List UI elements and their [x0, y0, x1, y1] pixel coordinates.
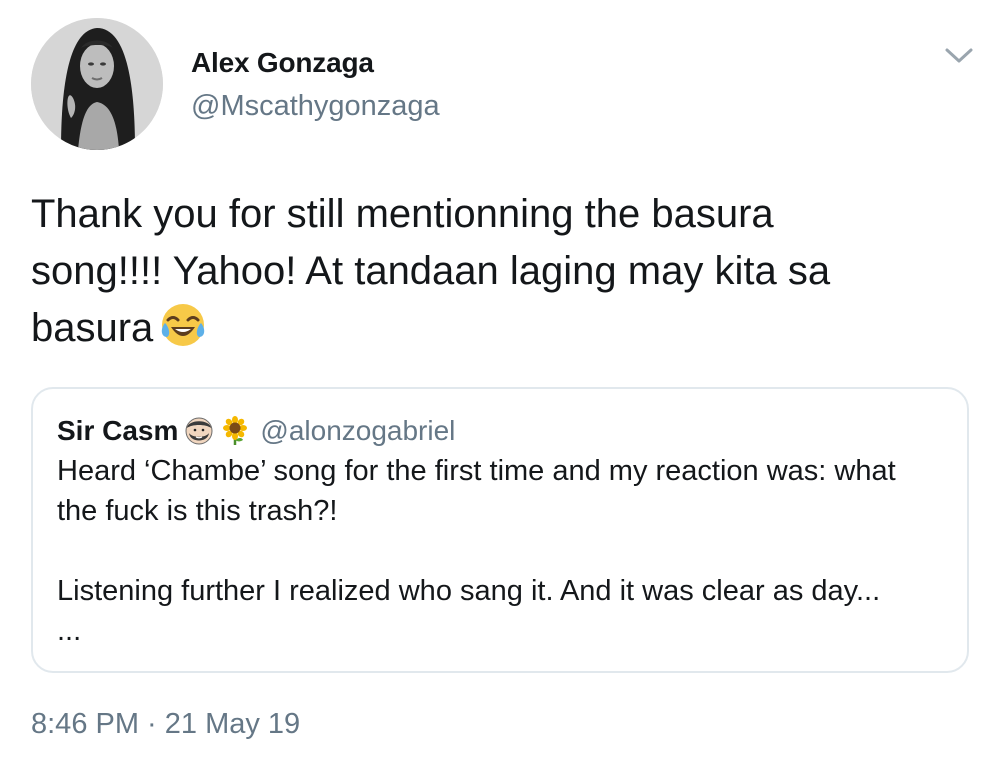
chevron-down-icon[interactable]	[940, 40, 978, 70]
man-bearded-face-icon	[184, 416, 214, 446]
quoted-tweet[interactable]: Sir Casm @alonzogabriel Heard ‘Chambe’ s…	[31, 387, 969, 673]
author-name[interactable]: Alex Gonzaga	[191, 47, 374, 79]
tweet-text-line-text: basura	[31, 306, 154, 350]
quoted-author-name: Sir Casm	[57, 415, 179, 446]
author-handle[interactable]: @Mscathygonzaga	[191, 90, 440, 123]
quoted-tweet-text-line: Heard ‘Chambe’ song for the first time a…	[57, 455, 896, 487]
quoted-tweet-header: Sir Casm @alonzogabriel	[57, 413, 455, 449]
face-with-tears-of-joy-icon	[159, 301, 207, 365]
tweet-text-line: song!!!! Yahoo! At tandaan laging may ki…	[31, 249, 831, 293]
tweet-text-line: Thank you for still mentionning the basu…	[31, 192, 774, 236]
sunflower-icon	[220, 416, 250, 446]
avatar-photo	[31, 18, 163, 150]
timestamp[interactable]: 8:46 PM · 21 May 19	[31, 708, 300, 741]
tweet-text: Thank you for still mentionning the basu…	[31, 186, 971, 365]
quoted-tweet-text-line: the fuck is this trash?!	[57, 495, 338, 527]
tweet-text-line: basura	[31, 300, 971, 365]
quoted-tweet-text-line: Listening further I realized who sang it…	[57, 575, 881, 607]
quoted-author-handle: @alonzogabriel	[260, 415, 456, 446]
avatar[interactable]	[31, 18, 163, 150]
quoted-tweet-ellipsis: ...	[57, 615, 82, 647]
tweet: Alex Gonzaga @Mscathygonzaga Thank you f…	[0, 0, 1000, 769]
